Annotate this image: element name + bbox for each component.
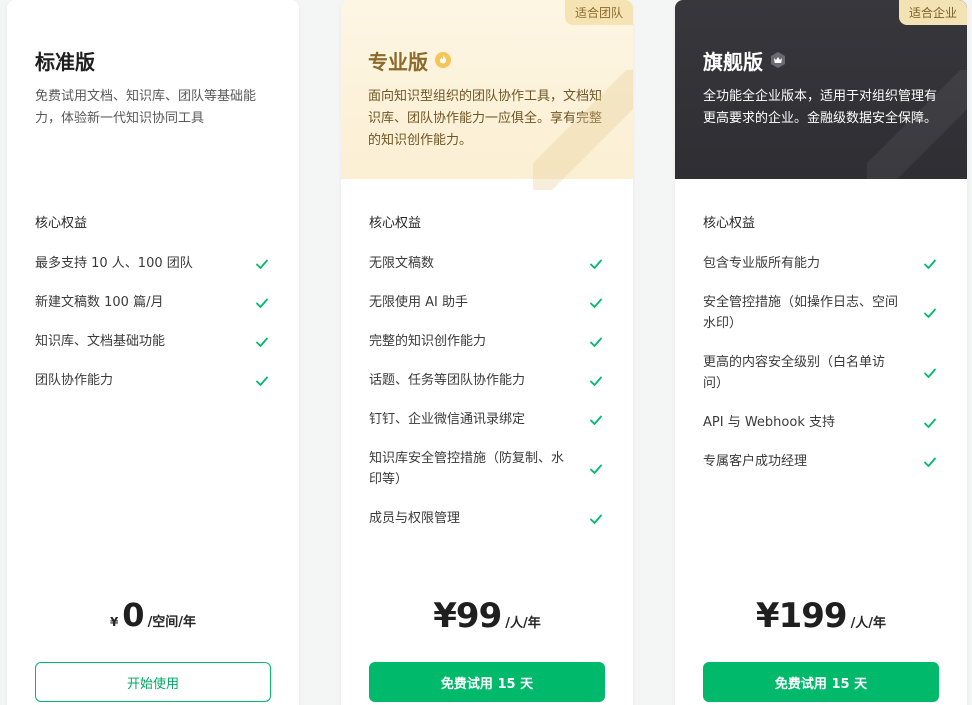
check-icon [589,462,603,476]
feature-item: 包含专业版所有能力 [703,253,939,274]
feature-item: 更高的内容安全级别（白名单访问） [703,352,939,394]
check-icon [589,413,603,427]
check-icon [255,257,269,271]
feature-item: 最多支持 10 人、100 团队 [35,253,271,274]
feature-item: 成员与权限管理 [369,508,605,529]
price-unit: /空间/年 [147,615,197,630]
feature-item: 知识库安全管控措施（防复制、水印等） [369,448,605,490]
start-using-button[interactable]: 开始使用 [35,662,271,702]
plan-description: 全功能全企业版本，适用于对组织管理有更高要求的企业。金融级数据安全保障。 [703,89,938,126]
check-icon [923,416,937,430]
plan-card-flagship: 适合企业 旗舰版 全功能全企业版本，适用于对组织管理有更高要求的企业。金融级数据… [675,0,967,705]
price-amount: ¥99 [433,596,502,636]
check-icon [255,296,269,310]
feature-item: 完整的知识创作能力 [369,331,605,352]
feature-item: 无限使用 AI 助手 [369,292,605,313]
plan-price: ¥ 0 /空间/年 [7,596,299,634]
check-icon [589,257,603,271]
plan-benefits: 核心权益 无限文稿数 无限使用 AI 助手 完整的知识创作能力 话题、任务等团队… [341,179,633,599]
feature-item: 无限文稿数 [369,253,605,274]
check-icon [589,512,603,526]
check-icon [589,374,603,388]
plan-description: 免费试用文档、知识库、团队等基础能力，体验新一代知识协同工具 [35,89,257,126]
feature-item: 专属客户成功经理 [703,451,939,472]
plan-price: ¥99 /人/年 [341,596,633,636]
feature-item: 安全管控措施（如操作日志、空间水印） [703,292,939,334]
check-icon [589,335,603,349]
check-icon [589,296,603,310]
check-icon [923,306,937,320]
plan-description: 面向知识型组织的团队协作工具，文档知识库、团队协作能力一应俱全。享有完整的知识创… [368,89,603,148]
price-currency: ¥ [109,615,119,629]
plan-header: 标准版 免费试用文档、知识库、团队等基础能力，体验新一代知识协同工具 [7,0,299,179]
plan-price: ¥199 /人/年 [675,596,967,636]
check-icon [923,257,937,271]
check-icon [923,366,937,380]
feature-item: 话题、任务等团队协作能力 [369,370,605,391]
feature-item: 钉钉、企业微信通讯录绑定 [369,409,605,430]
plan-benefits: 核心权益 包含专业版所有能力 安全管控措施（如操作日志、空间水印） 更高的内容安… [675,179,967,599]
free-trial-button[interactable]: 免费试用 15 天 [369,662,605,702]
plan-title: 旗舰版 [703,49,763,74]
plan-card-standard: 标准版 免费试用文档、知识库、团队等基础能力，体验新一代知识协同工具 核心权益 … [7,0,299,705]
benefits-label: 核心权益 [369,216,422,231]
price-unit: /人/年 [505,616,541,631]
free-trial-button[interactable]: 免费试用 15 天 [703,662,939,702]
feature-item: 新建文稿数 100 篇/月 [35,292,271,313]
feature-item: 知识库、文档基础功能 [35,331,271,352]
plan-title: 专业版 [368,49,428,74]
flame-icon [434,51,452,69]
plan-benefits: 核心权益 最多支持 10 人、100 团队 新建文稿数 100 篇/月 知识库、… [7,179,299,599]
check-icon [923,455,937,469]
plan-ribbon: 适合团队 [564,0,633,25]
feature-item: 团队协作能力 [35,370,271,391]
plan-header: 适合企业 旗舰版 全功能全企业版本，适用于对组织管理有更高要求的企业。金融级数据… [675,0,967,190]
check-icon [255,335,269,349]
price-amount: 0 [122,596,144,634]
price-amount: ¥199 [755,596,848,636]
plan-ribbon: 适合企业 [898,0,967,25]
plan-header: 适合团队 专业版 面向知识型组织的团队协作工具，文档知识库、团队协作能力一应俱全… [341,0,633,190]
plan-title: 标准版 [35,49,95,74]
benefits-label: 核心权益 [35,216,88,231]
benefits-label: 核心权益 [703,216,756,231]
feature-item: API 与 Webhook 支持 [703,412,939,433]
crown-icon [769,51,787,69]
price-unit: /人/年 [850,616,887,631]
check-icon [255,374,269,388]
plan-card-professional: 适合团队 专业版 面向知识型组织的团队协作工具，文档知识库、团队协作能力一应俱全… [341,0,633,705]
